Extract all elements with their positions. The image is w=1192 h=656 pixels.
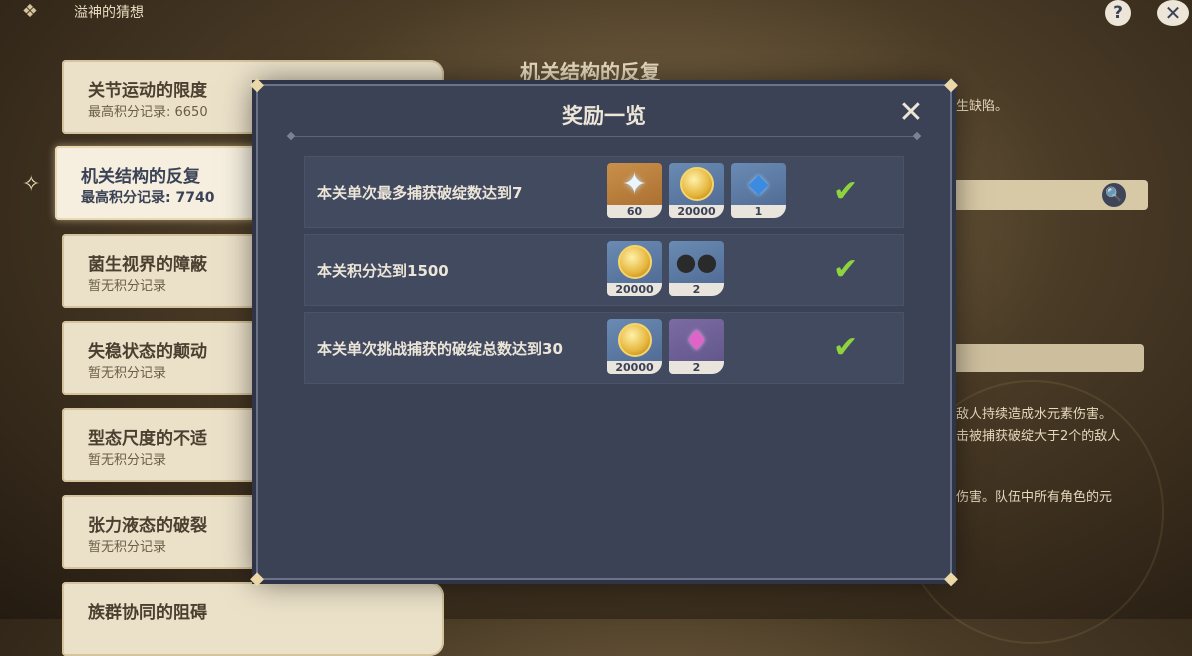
level-name: 菌生视界的障蔽	[88, 255, 207, 275]
primogem-icon: ✦	[621, 166, 648, 202]
selected-indicator-icon: ✧	[22, 172, 41, 197]
ore-icon: ●●	[675, 248, 718, 276]
reward-quantity: 1	[731, 205, 786, 218]
divider-diamond	[912, 131, 922, 141]
divider	[288, 136, 920, 137]
reward-quantity: 20000	[607, 283, 662, 296]
detail-text: 生缺陷。	[956, 99, 1009, 114]
level-record: 暂无积分记录	[88, 366, 167, 381]
modal-title: 奖励一览	[562, 104, 646, 128]
mora-coin-icon	[679, 167, 714, 201]
info-bar	[944, 344, 1144, 372]
level-record: 最高积分记录: 6650	[88, 105, 208, 120]
corner-ornament-icon: ◆	[250, 568, 264, 589]
level-name: 张力液态的破裂	[88, 516, 207, 536]
detail-title: 机关结构的反复	[520, 60, 660, 84]
detail-text: 击被捕获破绽大于2个的敌人	[956, 429, 1121, 444]
corner-ornament-icon: ◆	[944, 74, 958, 95]
reward-item[interactable]: 20000	[669, 163, 724, 218]
reward-quantity: 2	[669, 361, 724, 374]
close-button[interactable]: ✕	[1157, 0, 1189, 26]
level-name: 失稳状态的颠动	[88, 342, 207, 362]
reward-row: 本关单次挑战捕获的破绽总数达到30 20000 ♦ 2 ✔	[304, 312, 904, 384]
reward-quantity: 60	[607, 205, 662, 218]
level-record: 暂无积分记录	[88, 540, 167, 555]
reward-item[interactable]: ✦ 60	[607, 163, 662, 218]
reward-modal: ◆ ◆ ◆ ◆ 奖励一览 ✕ 本关单次最多捕获破绽数达到7 ✦ 60 20000…	[250, 76, 958, 588]
reward-item[interactable]: ◆ 1	[731, 163, 786, 218]
reward-row: 本关积分达到1500 20000 ●● 2 ✔	[304, 234, 904, 306]
reward-row: 本关单次最多捕获破绽数达到7 ✦ 60 20000 ◆ 1 ✔	[304, 156, 904, 228]
reward-item[interactable]: 20000	[607, 241, 662, 296]
level-item[interactable]: 族群协同的阻碍	[62, 582, 444, 656]
detail-text: 伤害。队伍中所有角色的元	[956, 490, 1113, 505]
completed-check-icon: ✔	[833, 252, 859, 287]
page-title: 溢神的猜想	[74, 5, 144, 21]
modal-close-button[interactable]: ✕	[896, 98, 926, 128]
reward-item[interactable]: 20000	[607, 319, 662, 374]
completed-check-icon: ✔	[833, 174, 859, 209]
crystal-icon: ♦	[683, 323, 710, 357]
reward-condition: 本关单次最多捕获破绽数达到7	[317, 184, 523, 202]
event-emblem-icon: ❖	[21, 1, 39, 22]
search-icon[interactable]: 🔍	[1102, 183, 1126, 207]
level-name: 族群协同的阻碍	[88, 603, 207, 623]
level-record: 暂无积分记录	[88, 453, 167, 468]
reward-condition: 本关单次挑战捕获的破绽总数达到30	[317, 340, 563, 358]
reward-condition: 本关积分达到1500	[317, 262, 449, 280]
mora-coin-icon	[617, 323, 652, 357]
reward-quantity: 2	[669, 283, 724, 296]
reward-quantity: 20000	[607, 361, 662, 374]
help-button[interactable]: ?	[1105, 0, 1131, 26]
divider-diamond	[286, 131, 296, 141]
reward-quantity: 20000	[669, 205, 724, 218]
blue-gem-icon: ◆	[748, 169, 769, 199]
level-name: 关节运动的限度	[88, 81, 207, 101]
reward-item[interactable]: ♦ 2	[669, 319, 724, 374]
level-record: 最高积分记录: 7740	[81, 190, 215, 206]
mora-coin-icon	[617, 245, 652, 279]
level-record: 暂无积分记录	[88, 279, 167, 294]
corner-ornament-icon: ◆	[250, 74, 264, 95]
completed-check-icon: ✔	[833, 330, 859, 365]
reward-item[interactable]: ●● 2	[669, 241, 724, 296]
level-name: 型态尺度的不适	[88, 429, 207, 449]
detail-text: 敌人持续造成水元素伤害。	[956, 407, 1113, 422]
level-name: 机关结构的反复	[81, 167, 200, 187]
corner-ornament-icon: ◆	[944, 568, 958, 589]
